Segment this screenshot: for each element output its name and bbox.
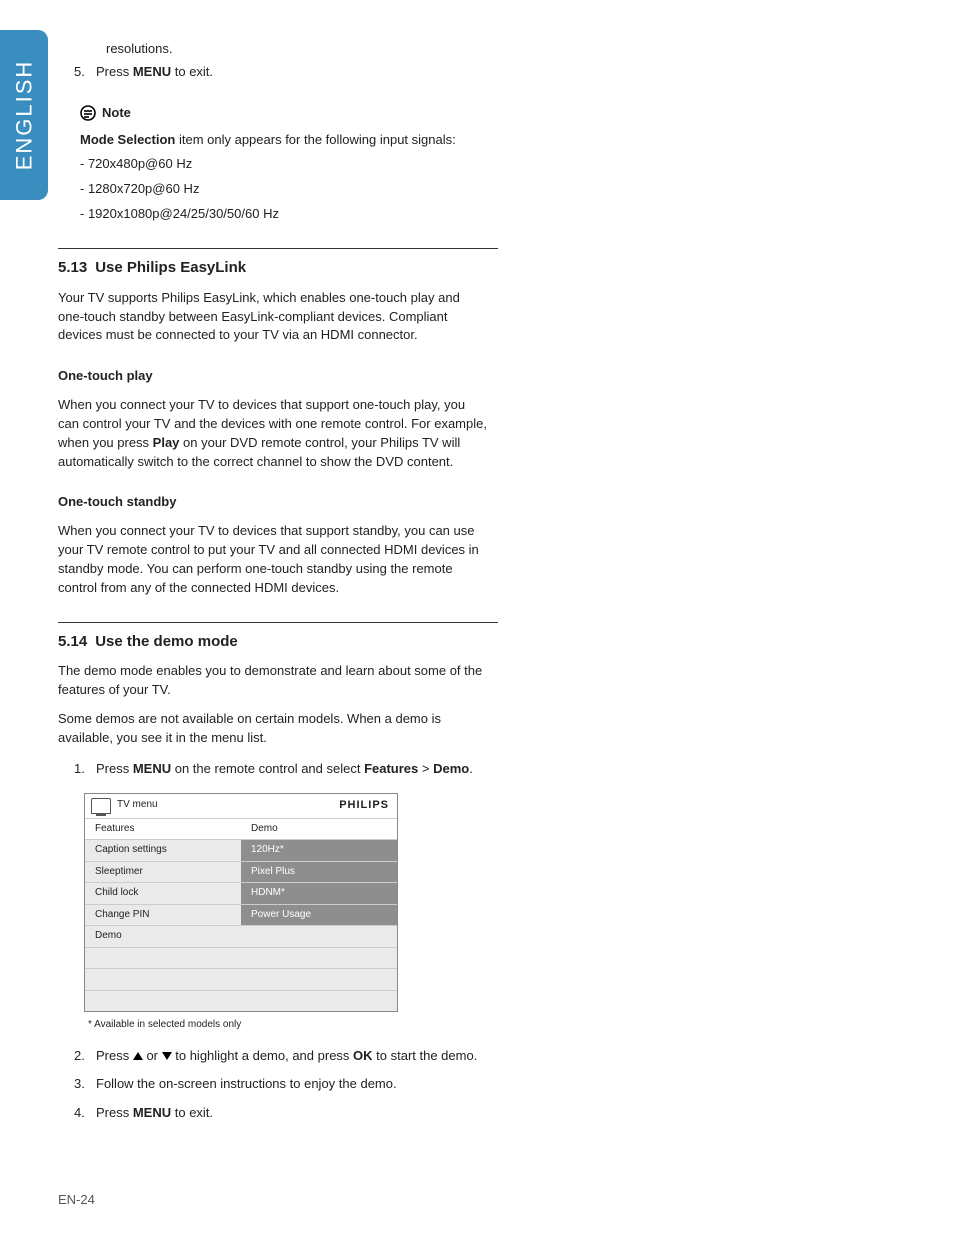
note-icon (80, 105, 96, 121)
tv-row (241, 947, 397, 969)
tv-menu-screenshot: TV menu PHILIPS Features Caption setting… (84, 793, 398, 1013)
main-content: resolutions. 5. Press MENU to exit. Note… (58, 40, 488, 1123)
step-number: 4. (74, 1104, 96, 1123)
subheading-one-touch-play: One-touch play (58, 367, 488, 386)
tv-row (241, 990, 397, 1012)
step-number: 1. (74, 760, 96, 779)
tv-row (85, 990, 241, 1012)
tv-row: Caption settings (85, 839, 241, 861)
tv-row: Demo (85, 925, 241, 947)
step-number: 3. (74, 1075, 96, 1094)
one-touch-play-body: When you connect your TV to devices that… (58, 396, 488, 471)
step-body: Follow the on-screen instructions to enj… (96, 1075, 488, 1094)
tv-row (85, 947, 241, 969)
note-label: Note (102, 104, 131, 123)
step-body: Press MENU to exit. (96, 63, 488, 82)
tv-row: HDNM* (241, 882, 397, 904)
language-tab: ENGLISH (0, 30, 48, 200)
tv-row (241, 925, 397, 947)
section-divider (58, 622, 498, 623)
tv-brand: PHILIPS (339, 798, 389, 814)
tv-icon (91, 798, 111, 814)
note-body: Mode Selection item only appears for the… (80, 131, 488, 150)
section-513-intro: Your TV supports Philips EasyLink, which… (58, 289, 488, 346)
page-footer: EN-24 (58, 1192, 95, 1207)
section-514-p2: Some demos are not available on certain … (58, 710, 488, 748)
note-list-item: - 720x480p@60 Hz (80, 155, 488, 174)
language-tab-label: ENGLISH (11, 60, 37, 171)
step-body: Press MENU to exit. (96, 1104, 488, 1123)
note-list-item: - 1920x1080p@24/25/30/50/60 Hz (80, 205, 488, 224)
tv-menu-title: TV menu (117, 798, 158, 813)
tv-col-features: Features Caption settings Sleeptimer Chi… (85, 818, 241, 1012)
tv-col-demo: Demo 120Hz* Pixel Plus HDNM* Power Usage (241, 818, 397, 1012)
section-heading-514: 5.14Use the demo mode (58, 631, 488, 653)
tv-col-head: Demo (241, 818, 397, 840)
tv-row: Child lock (85, 882, 241, 904)
continuation-text: resolutions. (106, 40, 488, 59)
note-heading: Note (58, 104, 488, 123)
one-touch-standby-body: When you connect your TV to devices that… (58, 522, 488, 597)
subheading-one-touch-standby: One-touch standby (58, 493, 488, 512)
up-arrow-icon (133, 1052, 143, 1060)
step-number: 2. (74, 1047, 96, 1066)
tv-menu-footnote: * Available in selected models only (88, 1018, 488, 1033)
tv-row: Pixel Plus (241, 861, 397, 883)
step-5: 5. Press MENU to exit. (58, 63, 488, 82)
down-arrow-icon (162, 1052, 172, 1060)
section-514-p1: The demo mode enables you to demonstrate… (58, 662, 488, 700)
step-1: 1. Press MENU on the remote control and … (58, 760, 488, 779)
section-heading-513: 5.13Use Philips EasyLink (58, 257, 488, 279)
tv-menu-header: TV menu PHILIPS (85, 794, 397, 818)
step-number: 5. (74, 63, 96, 82)
tv-row: Power Usage (241, 904, 397, 926)
tv-row: Change PIN (85, 904, 241, 926)
tv-row: 120Hz* (241, 839, 397, 861)
note-list: - 720x480p@60 Hz - 1280x720p@60 Hz - 192… (80, 155, 488, 224)
tv-row (241, 968, 397, 990)
step-body: Press or to highlight a demo, and press … (96, 1047, 488, 1066)
section-divider (58, 248, 498, 249)
tv-row (85, 968, 241, 990)
step-body: Press MENU on the remote control and sel… (96, 760, 488, 779)
tv-col-head: Features (85, 818, 241, 840)
step-4: 4. Press MENU to exit. (58, 1104, 488, 1123)
tv-row: Sleeptimer (85, 861, 241, 883)
step-3: 3. Follow the on-screen instructions to … (58, 1075, 488, 1094)
note-list-item: - 1280x720p@60 Hz (80, 180, 488, 199)
step-2: 2. Press or to highlight a demo, and pre… (58, 1047, 488, 1066)
